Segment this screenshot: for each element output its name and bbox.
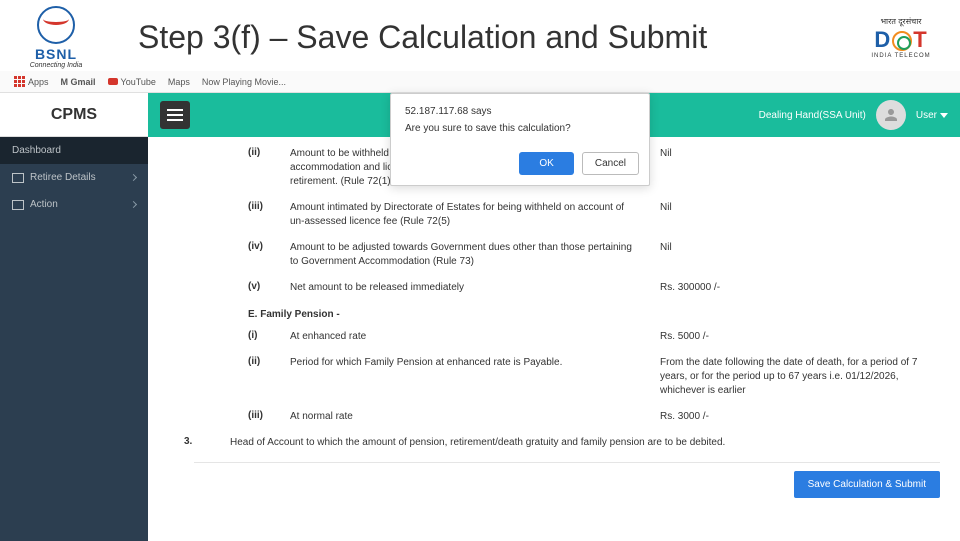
sidebar-item-action[interactable]: Action bbox=[0, 191, 148, 218]
cpms-brand: CPMS bbox=[0, 93, 148, 137]
table-row: (iii) At normal rate Rs. 3000 /- bbox=[248, 404, 940, 430]
user-dropdown[interactable]: User bbox=[916, 110, 948, 121]
table-row: (iv) Amount to be adjusted towards Gover… bbox=[248, 235, 940, 275]
dialog-host: 52.187.117.68 says bbox=[405, 106, 635, 117]
bsnl-text: BSNL bbox=[35, 46, 77, 62]
user-role: Dealing Hand(SSA Unit) bbox=[759, 110, 866, 121]
chevron-right-icon bbox=[130, 174, 137, 181]
save-calculation-submit-button[interactable]: Save Calculation & Submit bbox=[794, 471, 940, 498]
sidebar: Dashboard Retiree Details Action bbox=[0, 137, 148, 541]
bookmark-apps[interactable]: Apps bbox=[14, 76, 49, 87]
bsnl-logo: BSNL Connecting India bbox=[14, 6, 98, 69]
dot-main: DT bbox=[874, 27, 927, 53]
table-row: 3. Head of Account to which the amount o… bbox=[184, 430, 940, 456]
divider bbox=[194, 462, 940, 463]
dot-logo: भारत दूरसंचार DT INDIA TELECOM bbox=[856, 16, 946, 59]
section-e-heading: E. Family Pension - bbox=[248, 309, 940, 320]
action-icon bbox=[12, 200, 24, 210]
dialog-message: Are you sure to save this calculation? bbox=[405, 123, 635, 134]
avatar-icon[interactable] bbox=[876, 100, 906, 130]
table-row: (iii) Amount intimated by Directorate of… bbox=[248, 195, 940, 235]
content-area: (ii) Amount to be withheld as indicated … bbox=[148, 137, 960, 541]
slide-title: Step 3(f) – Save Calculation and Submit bbox=[98, 19, 856, 56]
dialog-cancel-button[interactable]: Cancel bbox=[582, 152, 639, 175]
table-row: (i) At enhanced rate Rs. 5000 /- bbox=[248, 324, 940, 350]
confirm-dialog: 52.187.117.68 says Are you sure to save … bbox=[390, 93, 650, 186]
app-wrapper: 52.187.117.68 says Are you sure to save … bbox=[0, 93, 960, 541]
slide-header: BSNL Connecting India Step 3(f) – Save C… bbox=[0, 0, 960, 71]
table-row: (v) Net amount to be released immediatel… bbox=[248, 275, 940, 301]
bsnl-tagline: Connecting India bbox=[30, 62, 83, 69]
table-row: (ii) Period for which Family Pension at … bbox=[248, 350, 940, 404]
sidebar-item-dashboard[interactable]: Dashboard bbox=[0, 137, 148, 164]
dot-hindi: भारत दूरसंचार bbox=[880, 16, 921, 27]
bookmark-nowplaying[interactable]: Now Playing Movie... bbox=[202, 77, 286, 87]
sidebar-item-retiree[interactable]: Retiree Details bbox=[0, 164, 148, 191]
bookmark-youtube[interactable]: YouTube bbox=[108, 77, 156, 87]
bookmarks-bar: Apps M Gmail YouTube Maps Now Playing Mo… bbox=[0, 71, 960, 93]
hamburger-button[interactable] bbox=[160, 101, 190, 129]
retiree-icon bbox=[12, 173, 24, 183]
chevron-right-icon bbox=[130, 201, 137, 208]
dot-sub: INDIA TELECOM bbox=[871, 53, 930, 59]
bookmark-gmail[interactable]: M Gmail bbox=[61, 77, 96, 87]
bookmark-maps[interactable]: Maps bbox=[168, 77, 190, 87]
caret-down-icon bbox=[940, 113, 948, 118]
dialog-ok-button[interactable]: OK bbox=[519, 152, 573, 175]
